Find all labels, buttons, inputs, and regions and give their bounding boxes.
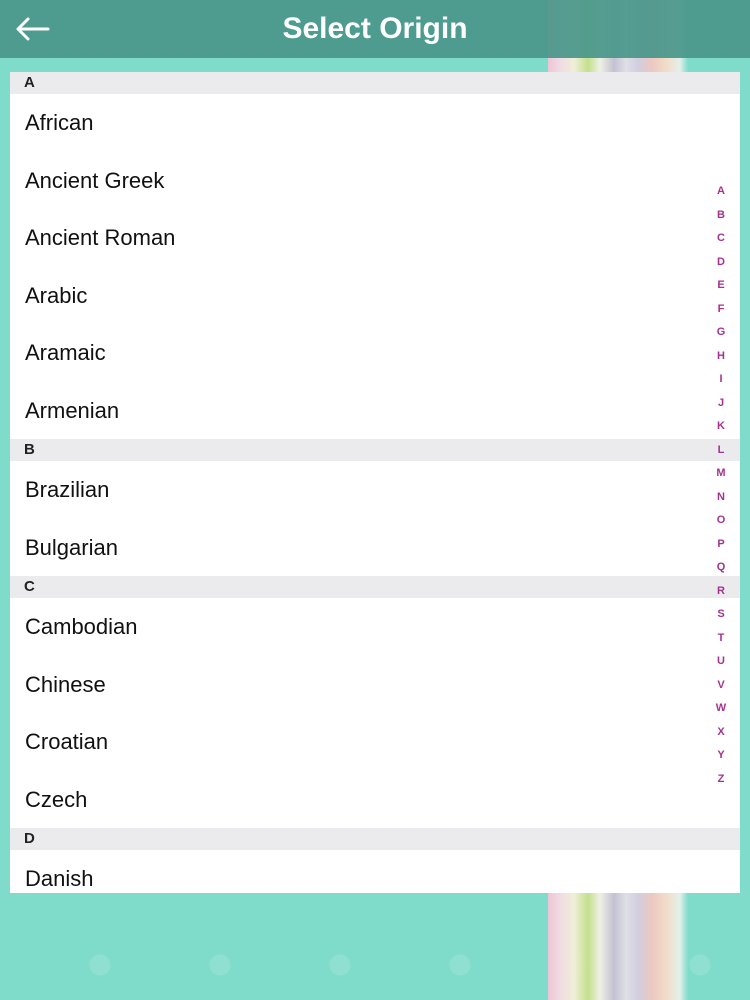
index-letter-d[interactable]: D <box>717 251 725 275</box>
index-letter-h[interactable]: H <box>717 345 725 369</box>
index-letter-j[interactable]: J <box>718 392 724 416</box>
page-title: Select Origin <box>282 12 468 45</box>
index-letter-e[interactable]: E <box>717 274 724 298</box>
list-item[interactable]: Brazilian <box>10 461 740 519</box>
list-item[interactable]: Bulgarian <box>10 519 740 577</box>
index-letter-r[interactable]: R <box>717 580 725 604</box>
list-item[interactable]: Armenian <box>10 382 740 440</box>
origin-list[interactable]: A African Ancient Greek Ancient Roman Arabic… <box>10 72 740 893</box>
index-letter-n[interactable]: N <box>717 486 725 510</box>
index-letter-u[interactable]: U <box>717 650 725 674</box>
index-letter-f[interactable]: F <box>718 298 725 322</box>
index-letter-s[interactable]: S <box>717 603 724 627</box>
index-letter-l[interactable]: L <box>718 439 725 463</box>
index-letter-b[interactable]: B <box>717 204 725 228</box>
index-letter-k[interactable]: K <box>717 415 725 439</box>
index-letter-i[interactable]: I <box>719 368 722 392</box>
section-header-a: A <box>10 72 740 94</box>
list-item[interactable]: Cambodian <box>10 598 740 656</box>
list-item[interactable]: African <box>10 94 740 152</box>
navigation-bar: Select Origin <box>0 0 750 58</box>
section-header-b: B <box>10 439 740 461</box>
index-letter-z[interactable]: Z <box>718 768 725 792</box>
index-letter-p[interactable]: P <box>717 533 724 557</box>
list-item[interactable]: Ancient Roman <box>10 209 740 267</box>
index-letter-m[interactable]: M <box>716 462 725 486</box>
index-letter-v[interactable]: V <box>717 674 724 698</box>
index-letter-o[interactable]: O <box>717 509 726 533</box>
index-letter-y[interactable]: Y <box>717 744 724 768</box>
index-letter-q[interactable]: Q <box>717 556 726 580</box>
list-item[interactable]: Chinese <box>10 656 740 714</box>
section-header-d: D <box>10 828 740 850</box>
section-index-bar[interactable]: ABCDEFGHIJKLMNOPQRSTUVWXYZ <box>708 180 734 791</box>
list-item[interactable]: Czech <box>10 771 740 829</box>
list-item[interactable]: Croatian <box>10 713 740 771</box>
index-letter-c[interactable]: C <box>717 227 725 251</box>
index-letter-w[interactable]: W <box>716 697 726 721</box>
section-header-c: C <box>10 576 740 598</box>
index-letter-g[interactable]: G <box>717 321 726 345</box>
index-letter-a[interactable]: A <box>717 180 725 204</box>
list-item[interactable]: Ancient Greek <box>10 152 740 210</box>
list-item[interactable]: Arabic <box>10 267 740 325</box>
index-letter-x[interactable]: X <box>717 721 724 745</box>
origin-list-content: A African Ancient Greek Ancient Roman Arabic… <box>10 72 740 893</box>
list-item[interactable]: Danish <box>10 850 740 893</box>
index-letter-t[interactable]: T <box>718 627 725 651</box>
list-item[interactable]: Aramaic <box>10 324 740 382</box>
